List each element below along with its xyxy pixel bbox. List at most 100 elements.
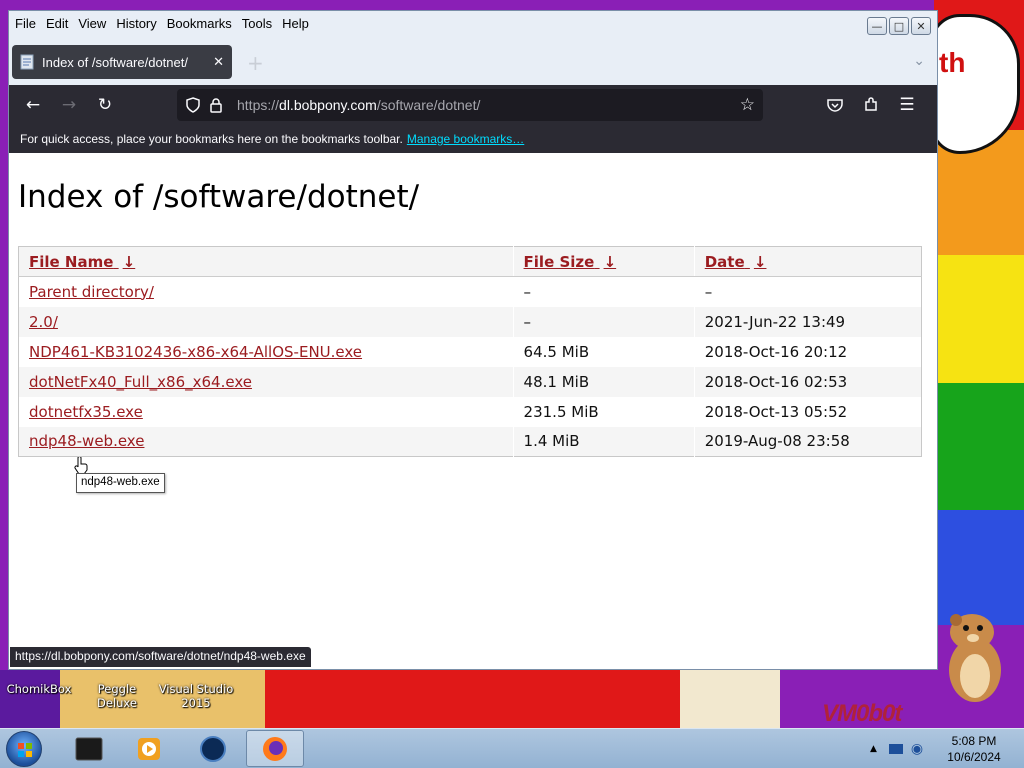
show-hidden-icons-icon[interactable]: ▲ bbox=[870, 744, 877, 754]
bookmarks-toolbar: For quick access, place your bookmarks h… bbox=[9, 125, 937, 153]
window-controls: — □ ✕ bbox=[867, 17, 931, 35]
url-prefix: https:// bbox=[237, 97, 280, 113]
taskbar-app-terminal[interactable] bbox=[60, 730, 118, 767]
close-window-button[interactable]: ✕ bbox=[911, 17, 931, 35]
menu-help[interactable]: Help bbox=[282, 16, 309, 31]
file-date-cell: 2018-Oct-16 20:12 bbox=[693, 336, 922, 367]
media-player-icon bbox=[138, 737, 160, 760]
menu-file[interactable]: File bbox=[15, 16, 36, 31]
hamster-image bbox=[949, 614, 1001, 702]
sort-file-size-link[interactable]: File Size ↓ bbox=[524, 253, 617, 271]
sort-arrow-icon: ↓ bbox=[753, 252, 767, 271]
desktop-icon-label: Peggle Deluxe bbox=[97, 682, 137, 710]
arrow-left-icon: ← bbox=[25, 95, 41, 115]
arrow-right-icon: → bbox=[61, 95, 77, 115]
taskbar: ▲ ◉ 5:08 PM 10/6/2024 bbox=[0, 728, 1024, 768]
file-name-cell: NDP461-KB3102436-x86-x64-AllOS-ENU.exe bbox=[19, 337, 514, 367]
column-label: File Name bbox=[29, 252, 114, 271]
file-size-cell: 64.5 MiB bbox=[512, 336, 695, 367]
column-header-file-name: File Name ↓ bbox=[18, 246, 514, 277]
url-domain: dl.bobpony.com bbox=[279, 97, 377, 113]
start-button[interactable] bbox=[6, 731, 42, 767]
clock-date: 10/6/2024 bbox=[947, 750, 1001, 764]
table-row: ndp48-web.exe 1.4 MiB 2019-Aug-08 23:58 bbox=[18, 426, 922, 457]
sort-date-link[interactable]: Date ↓ bbox=[705, 253, 767, 271]
close-tab-icon[interactable]: ✕ bbox=[213, 55, 224, 70]
file-name-cell: 2.0/ bbox=[18, 306, 514, 337]
file-size-cell: – bbox=[512, 276, 695, 307]
sort-file-name-link[interactable]: File Name ↓ bbox=[29, 253, 135, 271]
menu-bar: File Edit View History Bookmarks Tools H… bbox=[9, 11, 937, 35]
desktop-icon-peggle[interactable]: Peggle Deluxe bbox=[76, 682, 158, 710]
sort-arrow-icon: ↓ bbox=[122, 252, 136, 271]
file-link[interactable]: Parent directory/ bbox=[29, 283, 154, 301]
sort-arrow-icon: ↓ bbox=[603, 252, 617, 271]
file-size-cell: 1.4 MiB bbox=[512, 426, 695, 457]
file-name-cell: dotNetFx40_Full_x86_x64.exe bbox=[18, 366, 514, 397]
network-icon[interactable] bbox=[888, 744, 903, 754]
file-link[interactable]: NDP461-KB3102436-x86-x64-AllOS-ENU.exe bbox=[29, 343, 362, 361]
extensions-button[interactable] bbox=[853, 89, 889, 121]
maximize-button[interactable]: □ bbox=[889, 17, 909, 35]
puzzle-icon bbox=[865, 97, 877, 111]
file-name-cell: Parent directory/ bbox=[19, 277, 514, 307]
column-label: File Size bbox=[523, 252, 595, 271]
link-tooltip: ndp48-web.exe bbox=[76, 473, 165, 493]
file-date-cell: 2018-Oct-13 05:52 bbox=[693, 396, 922, 427]
globe-icon bbox=[200, 735, 226, 762]
navigation-toolbar: ← → ↻ https://dl.bobpony.com/software/do… bbox=[9, 85, 937, 125]
menu-tools[interactable]: Tools bbox=[242, 16, 272, 31]
tab-index-dotnet[interactable]: Index of /software/dotnet/ ✕ bbox=[12, 45, 232, 79]
tab-title: Index of /software/dotnet/ bbox=[42, 54, 188, 70]
file-date-cell: 2019-Aug-08 23:58 bbox=[693, 426, 922, 457]
menu-history[interactable]: History bbox=[116, 16, 156, 31]
menu-edit[interactable]: Edit bbox=[46, 16, 68, 31]
file-date-cell: 2021-Jun-22 13:49 bbox=[693, 306, 922, 337]
taskbar-app-media-player[interactable] bbox=[120, 730, 178, 767]
reload-button[interactable]: ↻ bbox=[87, 89, 123, 121]
volume-icon[interactable]: ◉ bbox=[911, 741, 923, 757]
column-header-date: Date ↓ bbox=[693, 246, 922, 277]
shield-icon[interactable] bbox=[185, 97, 201, 113]
manage-bookmarks-link[interactable]: Manage bookmarks… bbox=[407, 132, 524, 146]
new-tab-plus-icon[interactable]: + bbox=[247, 51, 264, 75]
maximize-icon: □ bbox=[893, 19, 905, 33]
terminal-icon bbox=[75, 737, 103, 760]
table-row: dotNetFx40_Full_x86_x64.exe 48.1 MiB 201… bbox=[18, 366, 922, 397]
file-link[interactable]: dotNetFx40_Full_x86_x64.exe bbox=[29, 373, 252, 391]
pocket-button[interactable] bbox=[817, 89, 853, 121]
table-row: Parent directory/ – – bbox=[19, 276, 922, 307]
desktop-icon-visual-studio[interactable]: Visual Studio 2015 bbox=[158, 682, 234, 710]
wallpaper-watermark: VM0b0t bbox=[822, 700, 902, 727]
pocket-icon bbox=[827, 99, 843, 112]
file-link[interactable]: ndp48-web.exe bbox=[29, 432, 144, 450]
file-size-cell: 48.1 MiB bbox=[512, 366, 695, 397]
close-icon: ✕ bbox=[916, 19, 926, 33]
file-link[interactable]: dotnetfx35.exe bbox=[29, 403, 143, 421]
menu-bookmarks[interactable]: Bookmarks bbox=[167, 16, 232, 31]
tab-strip: Index of /software/dotnet/ ✕ + ⌄ bbox=[9, 35, 937, 85]
url-bar[interactable]: https://dl.bobpony.com/software/dotnet/ … bbox=[177, 89, 763, 121]
chevron-down-icon[interactable]: ⌄ bbox=[913, 53, 925, 69]
file-size-cell: 231.5 MiB bbox=[512, 396, 695, 427]
file-date-cell: 2018-Oct-16 02:53 bbox=[693, 366, 922, 397]
system-clock[interactable]: 5:08 PM 10/6/2024 bbox=[934, 733, 1014, 765]
taskbar-app-browser-globe[interactable] bbox=[184, 730, 242, 767]
windows-logo-icon bbox=[18, 743, 32, 757]
app-menu-button[interactable]: ☰ bbox=[889, 89, 925, 121]
back-button[interactable]: ← bbox=[15, 89, 51, 121]
taskbar-app-firefox[interactable] bbox=[246, 730, 304, 767]
page-content: Index of /software/dotnet/ File Name ↓ F… bbox=[9, 153, 937, 669]
bubble-text: th bbox=[939, 47, 966, 78]
table-row: NDP461-KB3102436-x86-x64-AllOS-ENU.exe 6… bbox=[19, 336, 922, 367]
forward-button[interactable]: → bbox=[51, 89, 87, 121]
url-text: https://dl.bobpony.com/software/dotnet/ bbox=[237, 97, 480, 113]
firefox-icon bbox=[263, 736, 287, 761]
file-link[interactable]: 2.0/ bbox=[29, 313, 58, 331]
desktop-icon-chomikbox[interactable]: ChomikBox bbox=[6, 682, 72, 696]
menu-view[interactable]: View bbox=[78, 16, 106, 31]
desktop-icon-label: Visual Studio 2015 bbox=[158, 682, 234, 710]
star-icon[interactable]: ☆ bbox=[740, 95, 755, 115]
minimize-button[interactable]: — bbox=[867, 17, 887, 35]
lock-icon[interactable] bbox=[209, 97, 223, 113]
